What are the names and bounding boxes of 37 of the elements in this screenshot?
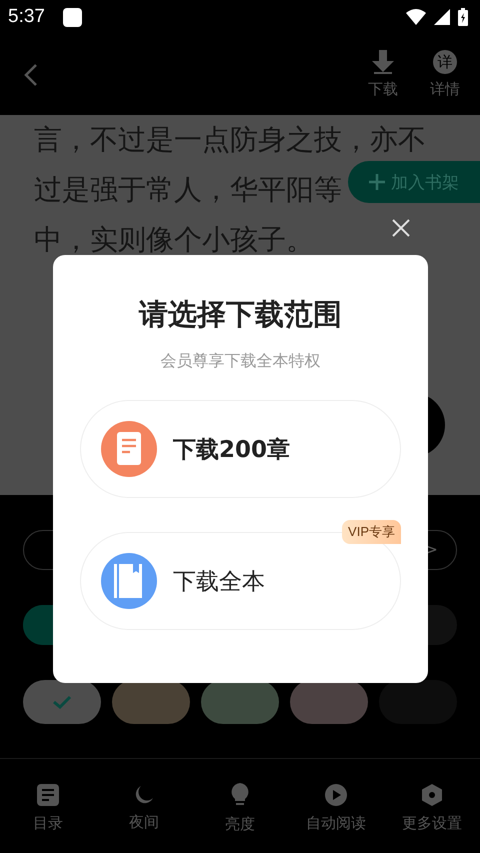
check-icon (52, 695, 72, 709)
plus-icon (369, 174, 385, 190)
download-option[interactable]: 下载200章 (80, 400, 401, 498)
dialog-title: 请选择下载范围 (139, 296, 342, 333)
download-icon (372, 50, 394, 74)
document-icon (101, 421, 157, 477)
toolbar-action[interactable]: 下载 (368, 50, 398, 99)
theme-swatch[interactable] (290, 680, 368, 724)
battery-icon (458, 8, 468, 26)
bulb-icon (231, 782, 249, 806)
close-icon[interactable] (392, 219, 410, 237)
back-icon[interactable] (24, 62, 38, 86)
status-time: 5:37 (8, 6, 45, 28)
book-text: 中，实则像个小孩子。 (34, 222, 314, 258)
book-text: 过是强于常人，华平阳等 (34, 172, 342, 208)
nav-item[interactable]: 亮度 (195, 782, 285, 834)
book-icon (101, 553, 157, 609)
signal-icon (434, 9, 450, 25)
nav-item[interactable]: 夜间 (99, 784, 189, 832)
book-text: 言，不过是一点防身之技，亦不 (34, 122, 426, 158)
details-icon: 详 (433, 50, 457, 74)
wifi-icon (406, 9, 426, 25)
nav-item[interactable]: 更多设置 (387, 784, 477, 832)
vip-badge: VIP专享 (342, 520, 401, 544)
list-icon (37, 784, 59, 806)
theme-swatch[interactable] (112, 680, 190, 724)
theme-swatch[interactable] (201, 680, 279, 724)
settings-icon (422, 784, 442, 806)
toolbar-action[interactable]: 详 详情 (430, 50, 460, 99)
theme-swatch[interactable] (23, 680, 101, 724)
nav-item[interactable]: 自动阅读 (291, 784, 381, 832)
nav-item[interactable]: 目录 (3, 784, 93, 832)
notification-icon (62, 8, 82, 26)
theme-swatch[interactable] (379, 680, 457, 724)
play-icon (325, 784, 347, 806)
moon-icon (134, 784, 154, 804)
dialog-subtitle: 会员尊享下载全本特权 (160, 351, 320, 372)
